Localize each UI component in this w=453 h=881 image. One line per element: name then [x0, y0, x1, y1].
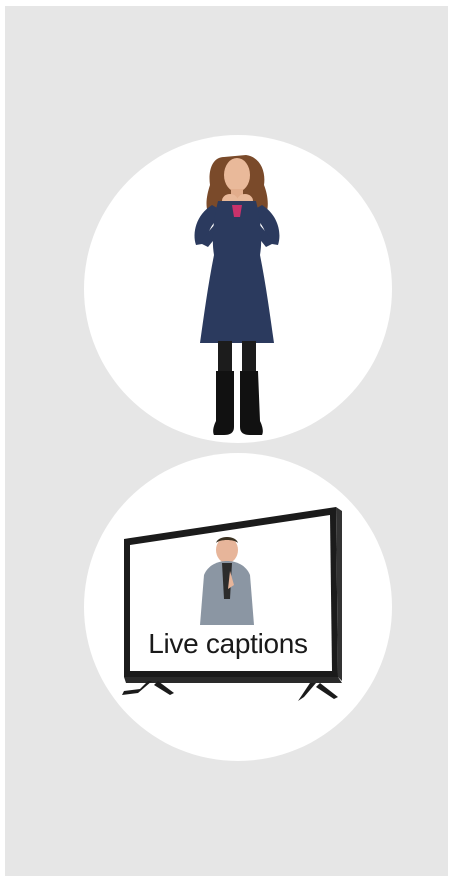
tv-icon	[122, 507, 342, 701]
live-captions-circle: Live captions	[84, 453, 392, 761]
sign-language-interpreter-icon	[194, 155, 280, 435]
live-captions-text: Live captions	[148, 628, 308, 659]
sign-language-circle	[84, 135, 392, 443]
content-panel: Live captions	[5, 6, 448, 876]
